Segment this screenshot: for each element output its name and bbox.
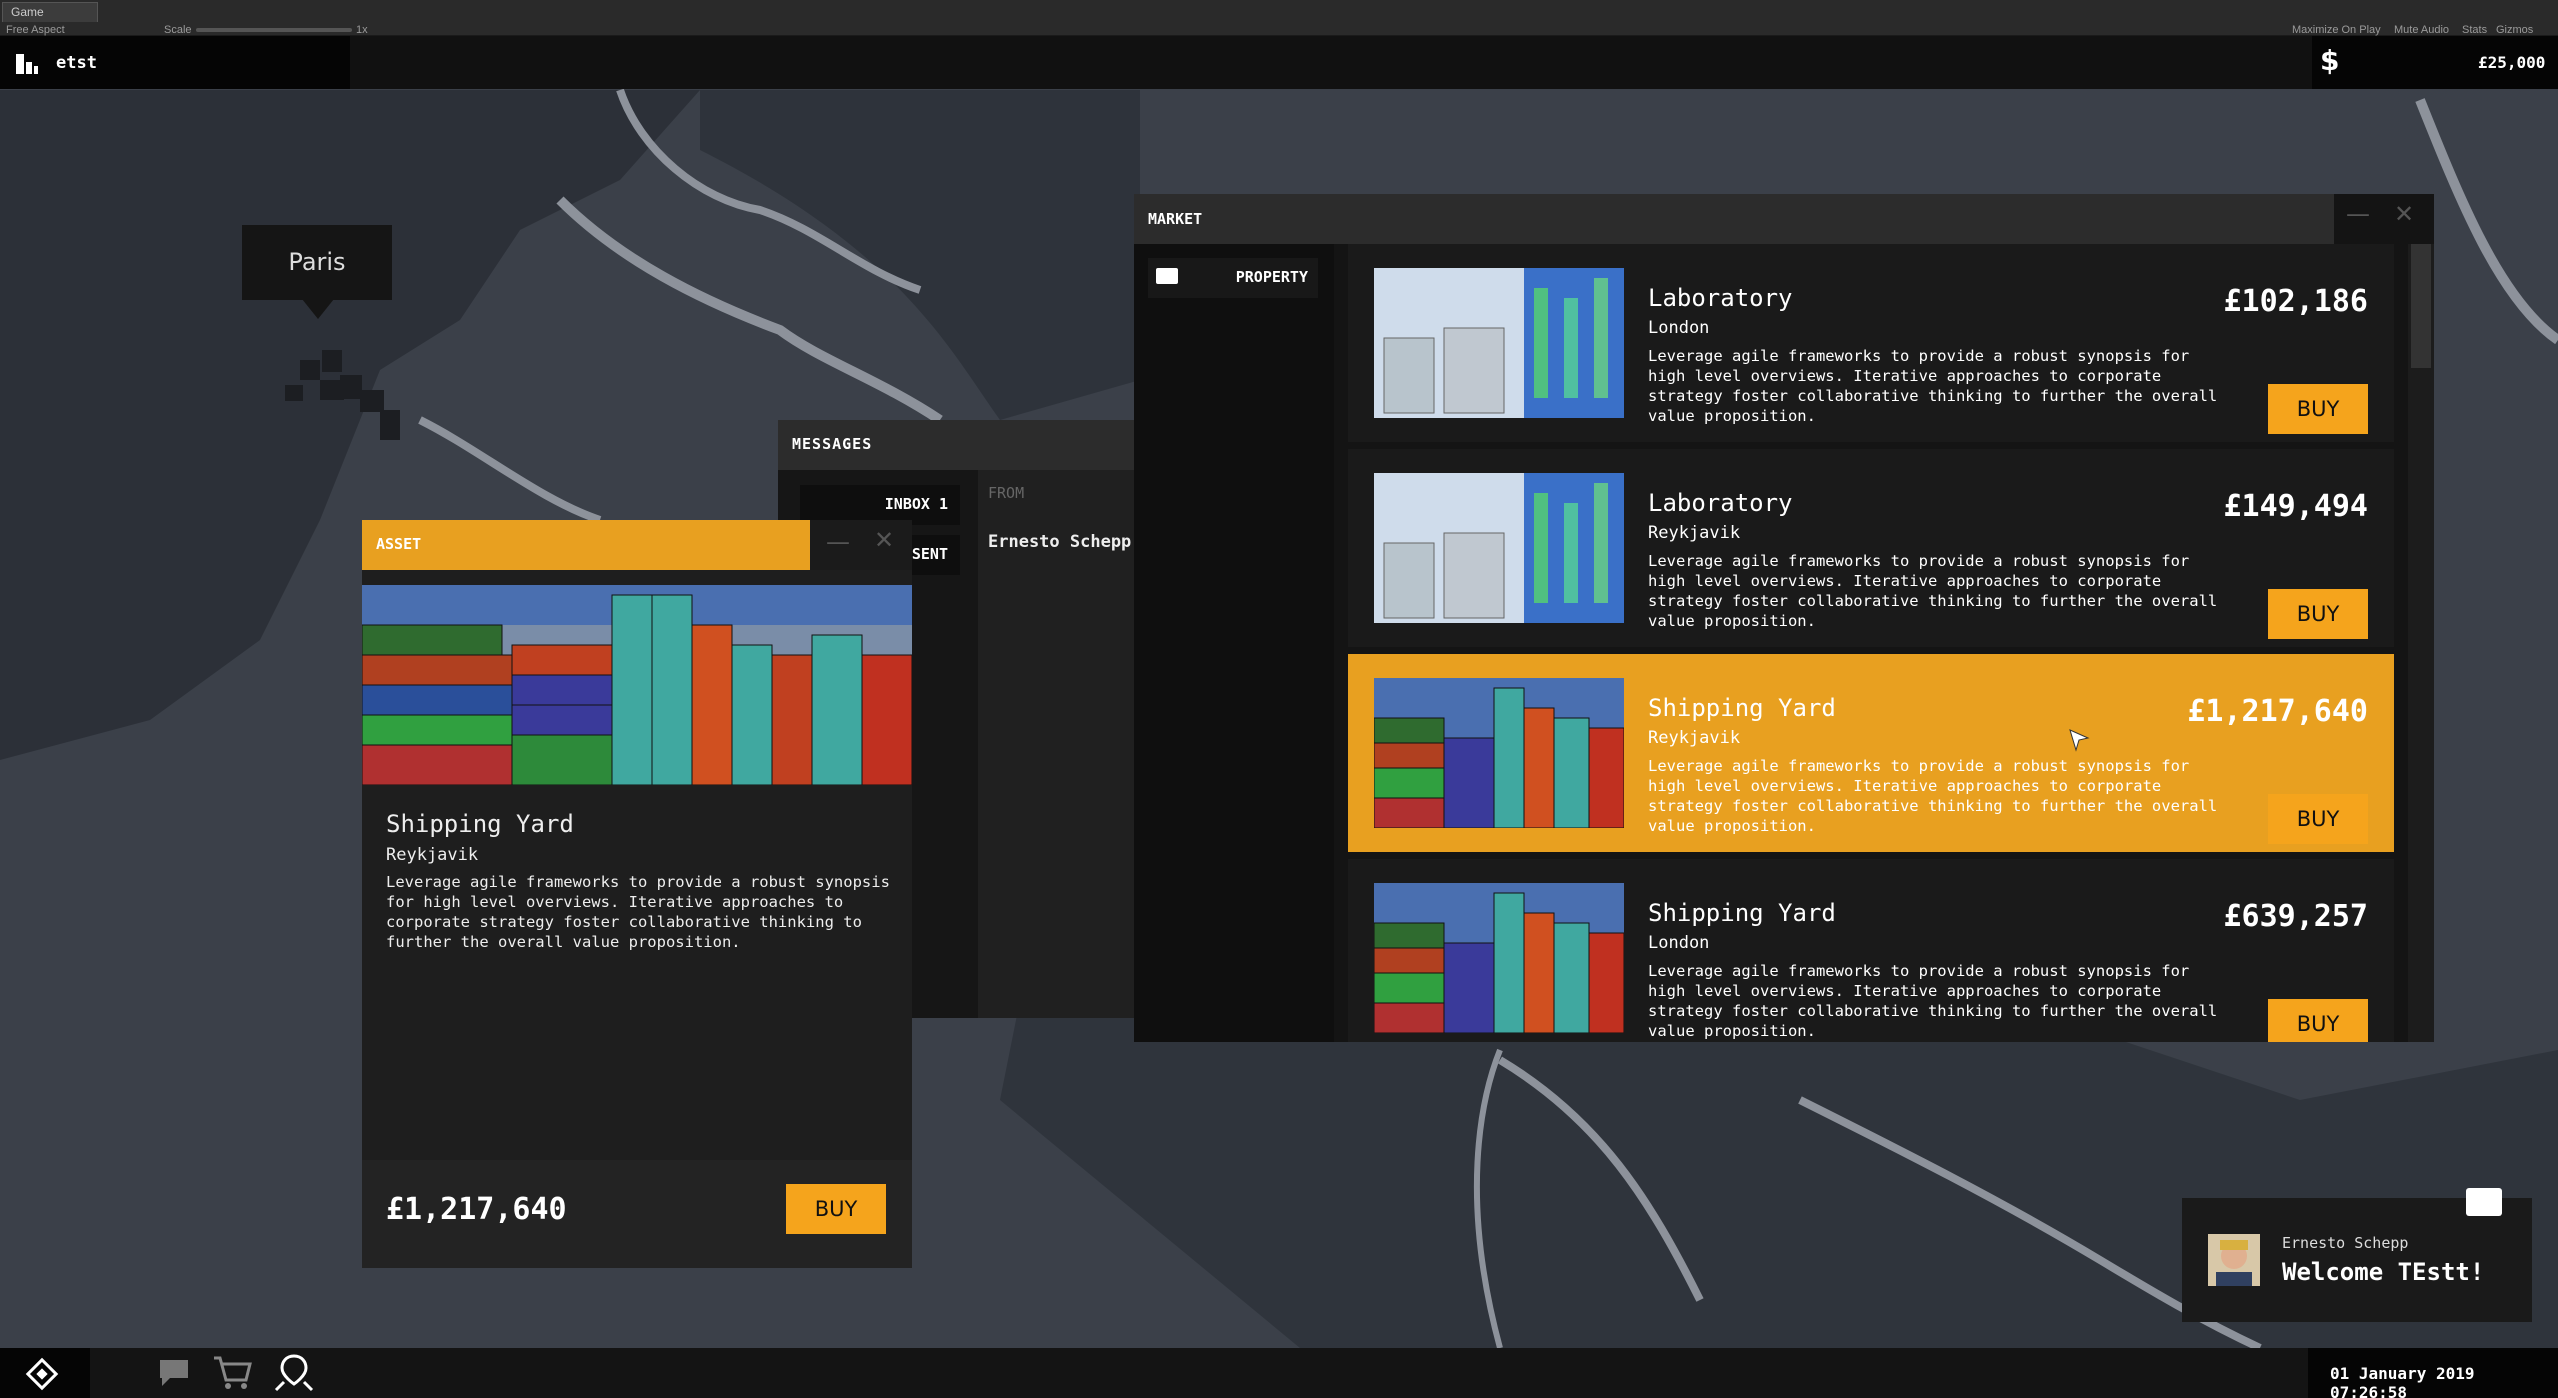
notification-message: Welcome TEstt! xyxy=(2282,1258,2485,1286)
maximize-on-play-toggle[interactable]: Maximize On Play xyxy=(2292,24,2381,36)
list-item[interactable]: Laboratory Reykjavik Leverage agile fram… xyxy=(1348,449,2394,647)
asset-description: Leverage agile frameworks to provide a r… xyxy=(386,873,890,951)
city-label[interactable]: Paris xyxy=(242,225,392,300)
messages-title[interactable]: MESSAGES xyxy=(778,420,1178,470)
laboratory-image xyxy=(1374,268,1624,418)
game-tab-label: Game xyxy=(11,5,44,19)
dollar-icon: $ xyxy=(2320,44,2340,77)
cart-icon[interactable] xyxy=(212,1354,252,1392)
item-name: Laboratory xyxy=(1648,284,1793,312)
minimize-icon[interactable]: — xyxy=(2346,200,2370,228)
aspect-select[interactable]: Free Aspect xyxy=(6,24,65,36)
mute-audio-toggle[interactable]: Mute Audio xyxy=(2394,24,2449,36)
chat-icon xyxy=(2466,1188,2502,1216)
city-label-pointer xyxy=(302,299,334,319)
avatar xyxy=(2208,1234,2260,1286)
money-balance: £25,000 xyxy=(2478,53,2546,72)
item-description: Leverage agile frameworks to provide a r… xyxy=(1648,347,2218,425)
item-name: Laboratory xyxy=(1648,489,1793,517)
company-name: etst xyxy=(56,53,97,73)
item-description: Leverage agile frameworks to provide a r… xyxy=(1648,552,2218,630)
market-scroll-thumb[interactable] xyxy=(2411,244,2431,368)
shipping-yard-image xyxy=(1374,678,1624,828)
scale-value: 1x xyxy=(356,24,368,36)
company-panel[interactable] xyxy=(0,36,350,89)
scale-label: Scale xyxy=(164,24,192,36)
message-row[interactable]: Ernesto Schepp xyxy=(988,532,1131,552)
asset-buy-button[interactable]: BUY xyxy=(786,1184,886,1234)
gizmos-dropdown[interactable]: Gizmos xyxy=(2496,24,2533,36)
market-list: Laboratory London Leverage agile framewo… xyxy=(1348,244,2394,1042)
item-location: London xyxy=(1648,318,1710,338)
buy-button[interactable]: BUY xyxy=(2268,999,2368,1042)
laboratory-image xyxy=(1374,473,1624,623)
item-price: £149,494 xyxy=(2223,489,2369,524)
chat-icon xyxy=(1156,268,1178,284)
asset-name: Shipping Yard xyxy=(386,810,574,838)
item-description: Leverage agile frameworks to provide a r… xyxy=(1648,757,2218,835)
close-icon[interactable]: ✕ xyxy=(2394,200,2414,228)
bottom-bar xyxy=(0,1348,2558,1398)
stats-toggle[interactable]: Stats xyxy=(2462,24,2487,36)
close-icon[interactable]: ✕ xyxy=(874,526,894,554)
cursor-icon xyxy=(2069,729,2090,752)
from-header: FROM xyxy=(988,484,1025,502)
asset-location: Reykjavik xyxy=(386,845,479,865)
item-price: £639,257 xyxy=(2223,899,2369,934)
game-tab[interactable]: Game xyxy=(2,2,98,22)
item-name: Shipping Yard xyxy=(1648,899,1836,927)
item-description: Leverage agile frameworks to provide a r… xyxy=(1648,962,2218,1040)
list-item[interactable]: Laboratory London Leverage agile framewo… xyxy=(1348,244,2394,442)
asset-title[interactable]: ASSET xyxy=(362,520,810,570)
item-location: Reykjavik xyxy=(1648,523,1741,543)
item-location: Reykjavik xyxy=(1648,728,1741,748)
item-location: London xyxy=(1648,933,1710,953)
inbox-tab[interactable]: INBOX 1 xyxy=(800,485,960,525)
list-item[interactable]: Shipping Yard London Leverage agile fram… xyxy=(1348,859,2394,1042)
item-price: £1,217,640 xyxy=(2187,694,2368,729)
market-sidebar xyxy=(1134,244,1334,1042)
item-name: Shipping Yard xyxy=(1648,694,1836,722)
chat-icon[interactable] xyxy=(158,1358,190,1388)
map-pin-icon[interactable] xyxy=(274,1352,314,1392)
market-title[interactable]: MARKET xyxy=(1134,194,2334,244)
minimize-icon[interactable]: — xyxy=(826,528,850,556)
shipping-yard-image xyxy=(1374,883,1624,1033)
list-item-selected[interactable]: Shipping Yard Reykjavik Leverage agile f… xyxy=(1348,654,2394,852)
building-icon xyxy=(16,54,38,74)
shipping-yard-image xyxy=(362,585,912,785)
buy-button[interactable]: BUY xyxy=(2268,384,2368,434)
item-price: £102,186 xyxy=(2223,284,2369,319)
editor-toolbar xyxy=(0,0,2558,36)
top-bar xyxy=(0,36,2558,89)
asset-price: £1,217,640 xyxy=(386,1192,567,1227)
datetime: 01 January 2019 07:26:58 xyxy=(2330,1364,2475,1398)
scale-slider[interactable] xyxy=(196,28,352,32)
buy-button[interactable]: BUY xyxy=(2268,794,2368,844)
logo-icon xyxy=(25,1357,59,1391)
buy-button[interactable]: BUY xyxy=(2268,589,2368,639)
notification-sender: Ernesto Schepp xyxy=(2282,1234,2409,1252)
